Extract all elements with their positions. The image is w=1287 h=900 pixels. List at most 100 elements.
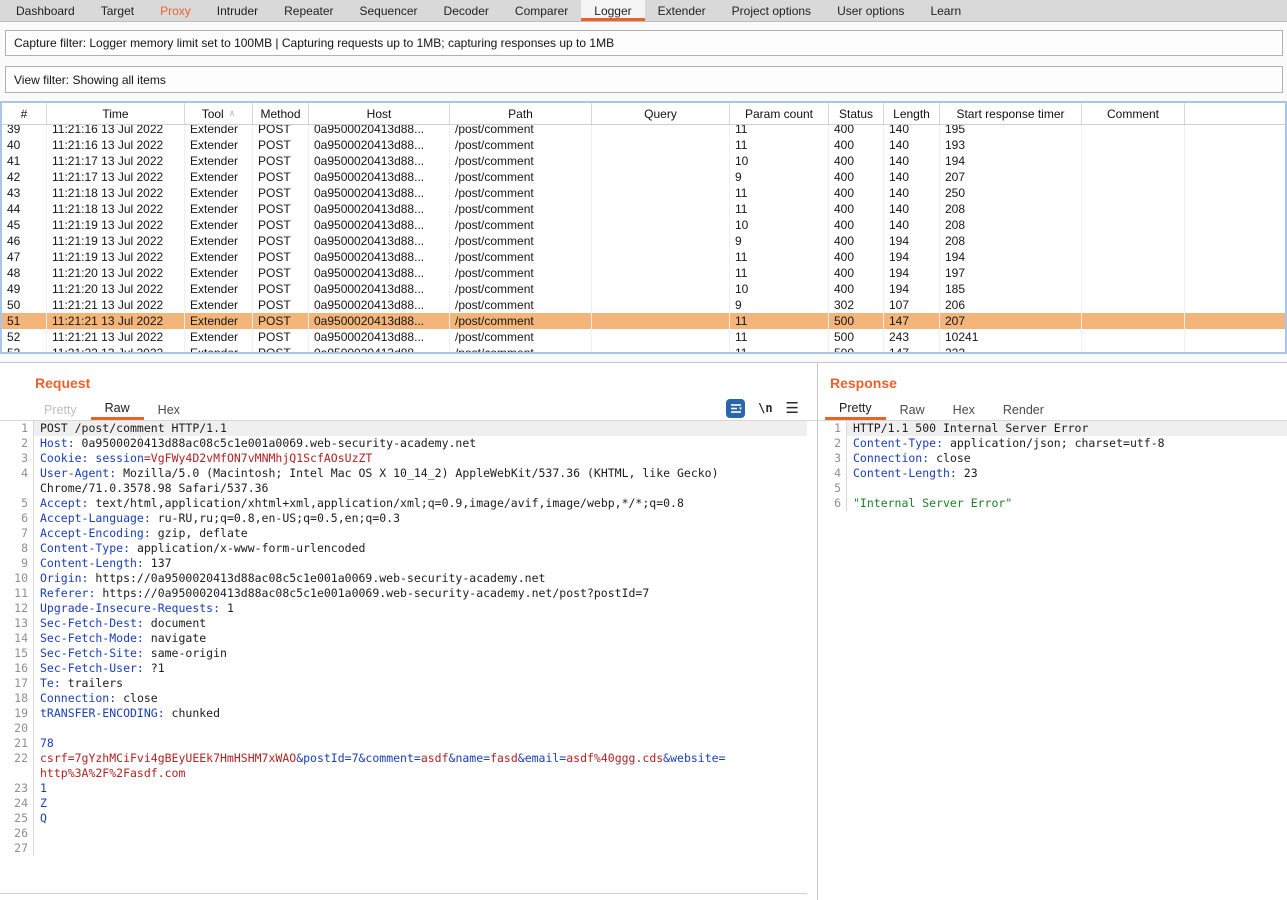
table-cell-comment[interactable] xyxy=(1082,217,1185,233)
tab-sequencer[interactable]: Sequencer xyxy=(347,0,431,21)
tab-dashboard[interactable]: Dashboard xyxy=(3,0,88,21)
table-cell-length[interactable]: 194 xyxy=(884,265,940,281)
table-cell-time[interactable]: 11:21:20 13 Jul 2022 xyxy=(47,265,185,281)
table-cell-time[interactable]: 11:21:22 13 Jul 2022 xyxy=(47,345,185,354)
table-cell-length[interactable]: 194 xyxy=(884,249,940,265)
table-cell-tool[interactable]: Extender xyxy=(185,153,253,169)
table-cell-status[interactable]: 400 xyxy=(829,281,884,297)
table-cell-method[interactable]: POST xyxy=(253,281,309,297)
table-cell-length[interactable]: 194 xyxy=(884,233,940,249)
tab-user-options[interactable]: User options xyxy=(824,0,917,21)
table-cell-method[interactable]: POST xyxy=(253,201,309,217)
table-cell-param-count[interactable]: 11 xyxy=(730,313,829,329)
table-cell-status[interactable]: 500 xyxy=(829,313,884,329)
table-cell-query[interactable] xyxy=(592,249,730,265)
table-cell-method[interactable]: POST xyxy=(253,345,309,354)
tab-intruder[interactable]: Intruder xyxy=(204,0,271,21)
table-cell-query[interactable] xyxy=(592,233,730,249)
table-cell-length[interactable]: 107 xyxy=(884,297,940,313)
tab-extender[interactable]: Extender xyxy=(645,0,719,21)
table-cell-blank[interactable]: 44 xyxy=(2,201,47,217)
table-cell-param-count[interactable]: 11 xyxy=(730,201,829,217)
table-cell-method[interactable]: POST xyxy=(253,233,309,249)
table-cell-length[interactable]: 140 xyxy=(884,201,940,217)
table-row[interactable]: 4111:21:17 13 Jul 2022ExtenderPOST0a9500… xyxy=(2,153,1285,169)
table-cell-path[interactable]: /post/comment xyxy=(450,329,592,345)
table-cell-host[interactable]: 0a9500020413d88... xyxy=(309,329,450,345)
column-header-time[interactable]: Time xyxy=(47,103,185,124)
table-cell-time[interactable]: 11:21:17 13 Jul 2022 xyxy=(47,153,185,169)
table-cell-length[interactable]: 147 xyxy=(884,313,940,329)
table-cell-length[interactable]: 243 xyxy=(884,329,940,345)
table-cell-tool[interactable]: Extender xyxy=(185,201,253,217)
table-row[interactable]: 5111:21:21 13 Jul 2022ExtenderPOST0a9500… xyxy=(2,313,1285,329)
table-cell-tool[interactable]: Extender xyxy=(185,329,253,345)
table-cell-host[interactable]: 0a9500020413d88... xyxy=(309,265,450,281)
table-cell-param-count[interactable]: 11 xyxy=(730,137,829,153)
table-cell-status[interactable]: 400 xyxy=(829,249,884,265)
table-cell-comment[interactable] xyxy=(1082,233,1185,249)
table-cell-comment[interactable] xyxy=(1082,313,1185,329)
table-cell-comment[interactable] xyxy=(1082,153,1185,169)
table-cell-host[interactable]: 0a9500020413d88... xyxy=(309,249,450,265)
table-cell-query[interactable] xyxy=(592,345,730,354)
table-cell-tool[interactable]: Extender xyxy=(185,233,253,249)
table-cell-method[interactable]: POST xyxy=(253,169,309,185)
table-cell-start-response-timer[interactable]: 208 xyxy=(940,201,1082,217)
pretty-print-icon[interactable] xyxy=(726,399,745,418)
table-cell-time[interactable]: 11:21:18 13 Jul 2022 xyxy=(47,201,185,217)
table-cell-comment[interactable] xyxy=(1082,265,1185,281)
table-cell-host[interactable]: 0a9500020413d88... xyxy=(309,153,450,169)
column-header-query[interactable]: Query xyxy=(592,103,730,124)
tab-raw[interactable]: Raw xyxy=(886,399,939,420)
tab-repeater[interactable]: Repeater xyxy=(271,0,346,21)
table-cell-start-response-timer[interactable]: 208 xyxy=(940,233,1082,249)
table-cell-param-count[interactable]: 9 xyxy=(730,169,829,185)
table-cell-tool[interactable]: Extender xyxy=(185,169,253,185)
table-cell-query[interactable] xyxy=(592,329,730,345)
table-cell-blank[interactable]: 46 xyxy=(2,233,47,249)
table-cell-start-response-timer[interactable]: 206 xyxy=(940,297,1082,313)
tab-hex[interactable]: Hex xyxy=(939,399,989,420)
tab-project-options[interactable]: Project options xyxy=(719,0,824,21)
table-cell-method[interactable]: POST xyxy=(253,329,309,345)
table-cell-path[interactable]: /post/comment xyxy=(450,217,592,233)
table-cell-tool[interactable]: Extender xyxy=(185,297,253,313)
table-cell-tool[interactable]: Extender xyxy=(185,313,253,329)
table-cell-param-count[interactable]: 10 xyxy=(730,281,829,297)
table-cell-query[interactable] xyxy=(592,313,730,329)
table-cell-comment[interactable] xyxy=(1082,137,1185,153)
column-header-blank[interactable]: # xyxy=(2,103,47,124)
tab-proxy[interactable]: Proxy xyxy=(147,0,204,21)
table-cell-host[interactable]: 0a9500020413d88... xyxy=(309,281,450,297)
tab-hex[interactable]: Hex xyxy=(144,399,194,420)
table-cell-status[interactable]: 400 xyxy=(829,233,884,249)
table-row[interactable]: 4711:21:19 13 Jul 2022ExtenderPOST0a9500… xyxy=(2,249,1285,265)
table-cell-host[interactable]: 0a9500020413d88... xyxy=(309,345,450,354)
table-cell-blank[interactable]: 49 xyxy=(2,281,47,297)
table-cell-method[interactable]: POST xyxy=(253,217,309,233)
table-row[interactable]: 4311:21:18 13 Jul 2022ExtenderPOST0a9500… xyxy=(2,185,1285,201)
table-cell-path[interactable]: /post/comment xyxy=(450,313,592,329)
table-cell-path[interactable]: /post/comment xyxy=(450,281,592,297)
table-cell-blank[interactable]: 42 xyxy=(2,169,47,185)
table-cell-start-response-timer[interactable]: 207 xyxy=(940,313,1082,329)
table-cell-path[interactable]: /post/comment xyxy=(450,169,592,185)
table-cell-method[interactable]: POST xyxy=(253,137,309,153)
table-cell-blank[interactable]: 47 xyxy=(2,249,47,265)
tab-decoder[interactable]: Decoder xyxy=(431,0,502,21)
table-cell-query[interactable] xyxy=(592,169,730,185)
table-cell-tool[interactable]: Extender xyxy=(185,281,253,297)
table-cell-start-response-timer[interactable]: 10241 xyxy=(940,329,1082,345)
table-cell-tool[interactable]: Extender xyxy=(185,265,253,281)
table-row[interactable]: 4911:21:20 13 Jul 2022ExtenderPOST0a9500… xyxy=(2,281,1285,297)
tab-learn[interactable]: Learn xyxy=(917,0,974,21)
table-cell-host[interactable]: 0a9500020413d88... xyxy=(309,201,450,217)
table-cell-comment[interactable] xyxy=(1082,329,1185,345)
table-row[interactable]: 4211:21:17 13 Jul 2022ExtenderPOST0a9500… xyxy=(2,169,1285,185)
table-cell-status[interactable]: 400 xyxy=(829,137,884,153)
table-cell-time[interactable]: 11:21:19 13 Jul 2022 xyxy=(47,217,185,233)
column-header-length[interactable]: Length xyxy=(884,103,940,124)
table-cell-blank[interactable]: 51 xyxy=(2,313,47,329)
table-cell-start-response-timer[interactable]: 193 xyxy=(940,137,1082,153)
